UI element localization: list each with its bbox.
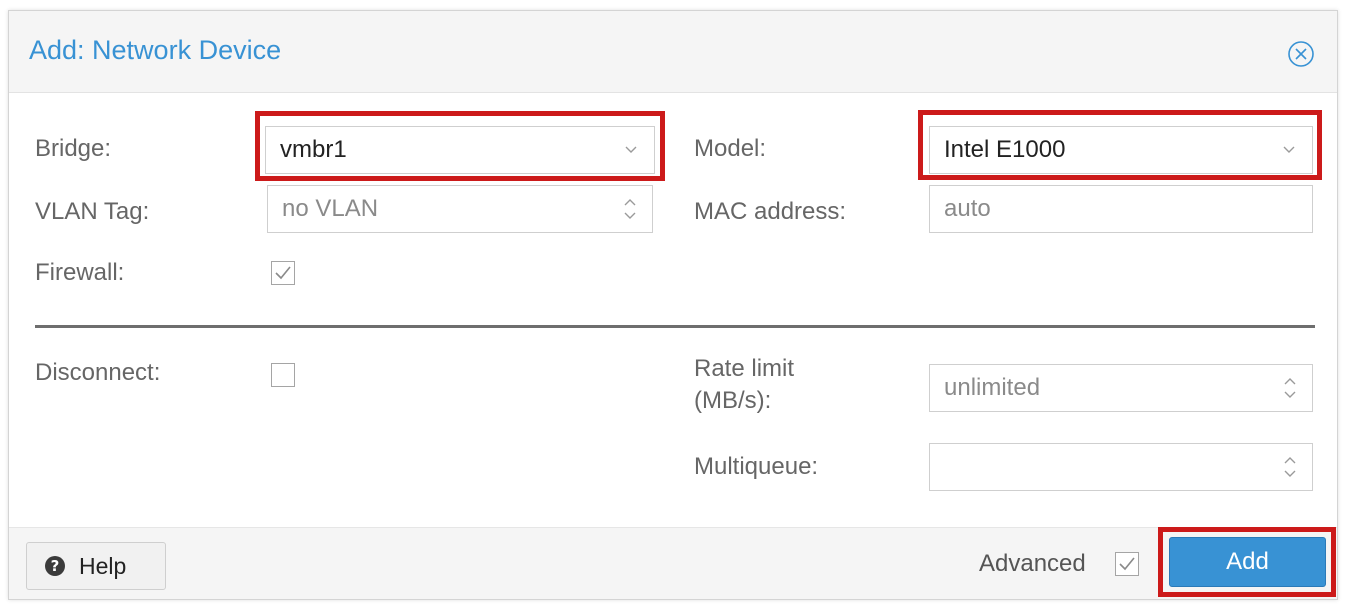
spinner-arrows-icon[interactable] <box>620 192 640 226</box>
spinner-arrows-icon[interactable] <box>1280 371 1300 405</box>
network-device-dialog: Add: Network Device Bridge: vmbr1 Model:… <box>8 10 1338 600</box>
help-button-label: Help <box>79 553 127 579</box>
model-select[interactable]: Intel E1000 <box>929 126 1313 174</box>
rate-limit-label-line2: (MB/s): <box>694 387 772 414</box>
mac-address-input[interactable]: auto <box>929 185 1313 233</box>
firewall-label: Firewall: <box>35 259 125 286</box>
model-value: Intel E1000 <box>944 136 1066 163</box>
section-divider <box>35 325 1315 328</box>
bridge-label: Bridge: <box>35 135 112 162</box>
disconnect-checkbox[interactable] <box>271 363 295 387</box>
vlan-tag-input[interactable]: no VLAN <box>267 185 653 233</box>
disconnect-label: Disconnect: <box>35 359 161 386</box>
model-label: Model: <box>694 135 767 162</box>
spinner-arrows-icon[interactable] <box>1280 450 1300 484</box>
vlan-tag-placeholder: no VLAN <box>282 195 379 222</box>
help-button[interactable]: ? Help <box>26 542 166 590</box>
screenshot-frame: Add: Network Device Bridge: vmbr1 Model:… <box>0 0 1349 609</box>
bridge-select[interactable]: vmbr1 <box>265 126 655 174</box>
checkmark-icon <box>275 266 291 280</box>
rate-limit-label: Rate limit (MB/s): <box>694 353 794 417</box>
chevron-down-icon[interactable] <box>1280 140 1298 158</box>
add-button[interactable]: Add <box>1169 537 1326 587</box>
rate-limit-placeholder: unlimited <box>944 374 1041 401</box>
rate-limit-label-line1: Rate limit <box>694 355 795 382</box>
multiqueue-input[interactable] <box>929 443 1313 491</box>
chevron-down-icon[interactable] <box>622 140 640 158</box>
checkmark-icon <box>1119 557 1135 571</box>
dialog-header: Add: Network Device <box>9 11 1337 93</box>
firewall-checkbox[interactable] <box>271 261 295 285</box>
mac-address-placeholder: auto <box>944 195 991 222</box>
advanced-label: Advanced <box>979 550 1086 577</box>
dialog-footer: ? Help Advanced Add <box>9 527 1337 599</box>
close-icon[interactable] <box>1287 40 1315 68</box>
bridge-value: vmbr1 <box>280 136 347 163</box>
vlan-tag-label: VLAN Tag: <box>35 198 150 225</box>
multiqueue-label: Multiqueue: <box>694 453 819 480</box>
mac-address-label: MAC address: <box>694 198 847 225</box>
rate-limit-input[interactable]: unlimited <box>929 364 1313 412</box>
dialog-title: Add: Network Device <box>29 35 282 65</box>
advanced-checkbox[interactable] <box>1115 552 1139 576</box>
question-circle-icon: ? <box>45 556 65 576</box>
